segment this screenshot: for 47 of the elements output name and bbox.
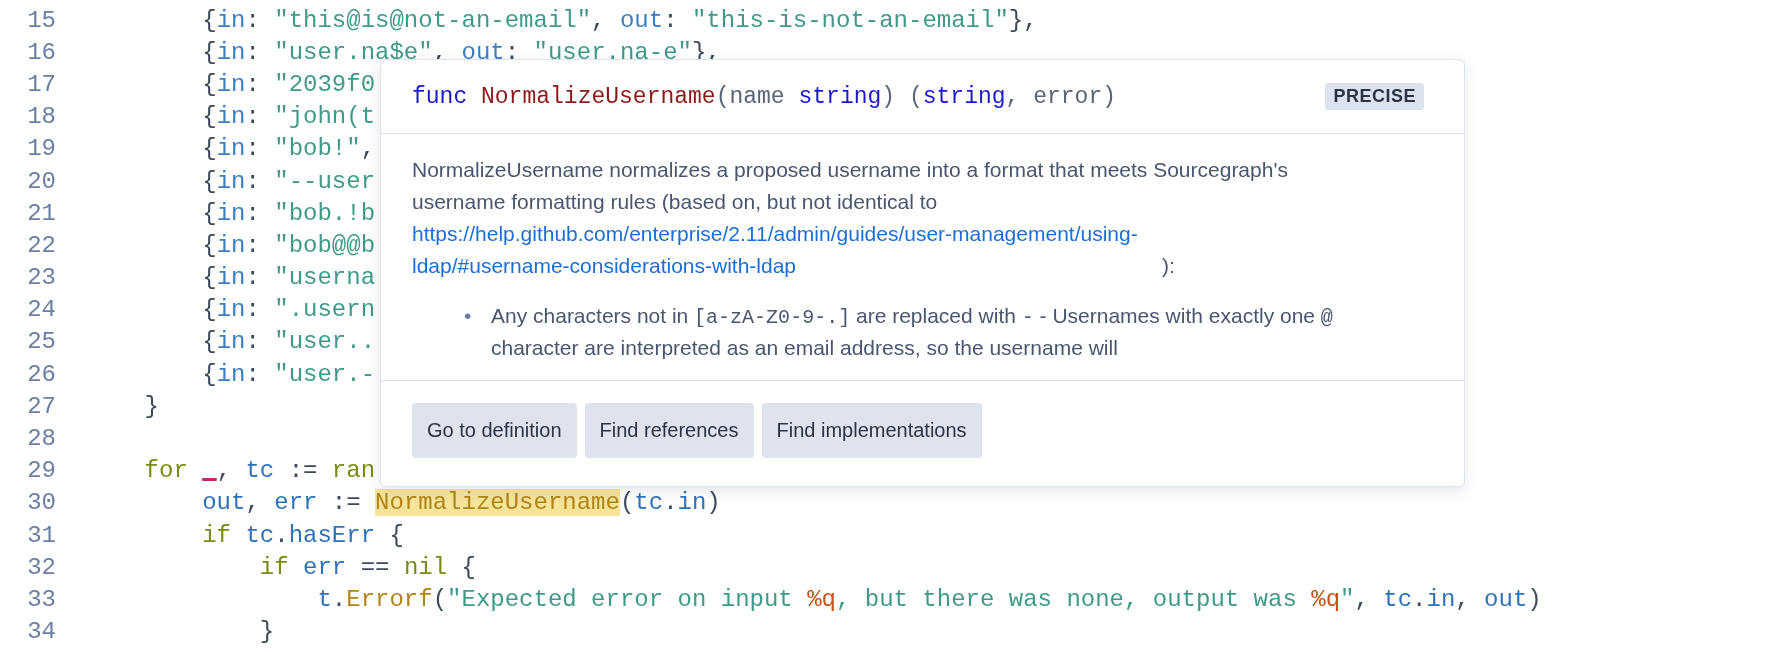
line-number: 17: [26, 70, 56, 98]
action-button[interactable]: Find implementations: [761, 403, 982, 458]
code-line: if err == nil {: [258, 553, 476, 581]
code-line: {in: "bob!",: [201, 135, 376, 163]
line-number: 33: [26, 585, 56, 613]
line-number: 31: [26, 521, 56, 549]
line-number: 22: [26, 231, 56, 259]
line-number: 16: [26, 38, 56, 66]
code-line: {in: "2039f0: [201, 70, 376, 98]
line-number: 34: [26, 618, 56, 646]
code-line: {in: ".usern: [201, 296, 376, 324]
line-number: 30: [26, 489, 56, 517]
code-line: t.Errorf("Expected error on input %q, but there was none, output was %q", tc.in, out): [316, 585, 1542, 613]
description-text: NormalizeUsername normalizes a proposed username into a format that meets Sourcegraph's username formatting rules (based on, but not identical to https://help.github.com/enterprise/2.11/admin/guides/user-management/using-ldap/#username-considerations-with-ldap ):: [412, 154, 1292, 282]
action-button[interactable]: Go to definition: [412, 403, 577, 458]
bullet-marker: •: [464, 303, 473, 329]
code-line: }: [258, 618, 275, 646]
code-line: {in: "user..: [201, 328, 376, 356]
code-line: out, err := NormalizeUsername(tc.in): [201, 489, 721, 517]
line-number: 24: [26, 296, 56, 324]
code-line: {in: "--user: [201, 167, 376, 195]
line-number: 29: [26, 457, 56, 485]
line-number: 18: [26, 103, 56, 131]
code-line: {in: "john(t: [201, 103, 376, 131]
code-line: {in: "userna: [201, 264, 376, 292]
code-line: for _, tc := ran: [143, 457, 376, 485]
line-number: 15: [26, 6, 56, 34]
line-number: 26: [26, 360, 56, 388]
bullet-text: Any characters not in [a-zA-Z0-9-.] are replaced with - - Usernames with exactly one @ character are interpreted as an email address, so the username will: [491, 303, 1334, 361]
line-number: 21: [26, 199, 56, 227]
line-number: 27: [26, 392, 56, 420]
action-button[interactable]: Find references: [584, 403, 754, 458]
code-line: if tc.hasErr {: [201, 521, 404, 549]
code-line: {in: "user.-: [201, 360, 376, 388]
line-number: 20: [26, 167, 56, 195]
code-line: {in: "bob.!b: [201, 199, 376, 227]
line-number: 25: [26, 328, 56, 356]
function-signature: func NormalizeUsername(name string) (string, error): [412, 83, 1116, 110]
code-line: {in: "bob@@b: [201, 231, 376, 259]
code-line: {in: "this@is@not-an-email", out: "this-is-not-an-email"},: [201, 6, 1038, 34]
link[interactable]: https://help.github.com/enterprise/2.11/admin/guides/user-management/using-ldap/#username-considerations-with-ldap: [412, 218, 1162, 282]
line-number: 19: [26, 135, 56, 163]
line-number: 28: [26, 425, 56, 453]
line-number: 23: [26, 264, 56, 292]
line-number: 32: [26, 553, 56, 581]
precision-badge: PRECISE: [1325, 83, 1424, 110]
code-line: }: [143, 392, 159, 420]
